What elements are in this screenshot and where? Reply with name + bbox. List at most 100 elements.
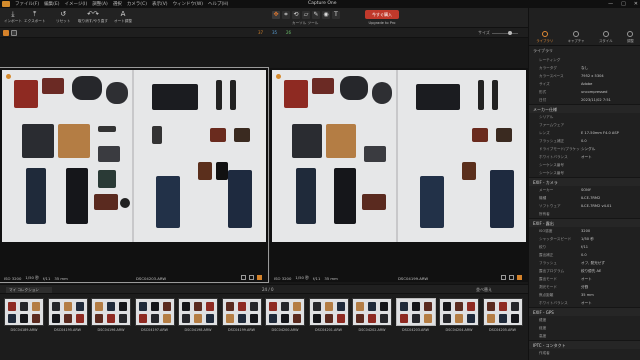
compare-toggle-icon[interactable] bbox=[11, 30, 17, 36]
metadata-value[interactable] bbox=[581, 349, 640, 357]
tab-adjust[interactable]: 調整 bbox=[627, 30, 634, 45]
metadata-value[interactable]: 分割 bbox=[581, 283, 640, 291]
metadata-value[interactable]: ILCE-7RM2 v4.01 bbox=[581, 202, 640, 210]
metadata-value[interactable] bbox=[581, 169, 640, 177]
thumbnail-image bbox=[91, 298, 131, 326]
undo-redo-button[interactable]: ↶↷ 取り消す/やり直す bbox=[78, 10, 108, 24]
layout-toggle-icon[interactable] bbox=[3, 30, 9, 36]
metadata-key: 緯度 bbox=[539, 318, 547, 322]
export-icon: ⤒ bbox=[33, 10, 37, 18]
pan-tool-icon[interactable]: ✥ bbox=[272, 11, 280, 19]
text-tool-icon[interactable]: T bbox=[332, 11, 340, 19]
filmstrip-thumbnail[interactable]: DSC04195.ARW bbox=[47, 298, 88, 338]
filmstrip-thumbnail[interactable]: DSC04196.ARW bbox=[91, 298, 131, 338]
metadata-section-header[interactable]: IPTC - コンタクト bbox=[529, 340, 640, 349]
menu-camera[interactable]: カメラ(C) bbox=[127, 1, 147, 7]
metadata-value[interactable] bbox=[581, 332, 640, 340]
metadata-value[interactable] bbox=[581, 113, 640, 121]
keystone-tool-icon[interactable]: ▱ bbox=[302, 11, 310, 19]
metadata-value[interactable]: なし bbox=[581, 64, 640, 72]
filmstrip-thumbnail[interactable]: DSC04200.ARW bbox=[265, 298, 305, 338]
filmstrip-thumbnail[interactable]: DSC04202.ARW bbox=[352, 298, 392, 338]
menu-select[interactable]: 選択 bbox=[113, 1, 122, 7]
metadata-value[interactable]: E 17-50mm F4.0 ASP bbox=[581, 129, 640, 137]
metadata-key: 露出補正 bbox=[539, 253, 554, 257]
metadata-value[interactable]: 3200 bbox=[581, 227, 640, 235]
metadata-value[interactable]: オート bbox=[581, 299, 640, 307]
metadata-row: 緯度 bbox=[529, 316, 640, 324]
picker-tool-icon[interactable]: ◉ bbox=[322, 11, 330, 19]
metadata-value[interactable]: 7952 x 5304 bbox=[581, 72, 640, 80]
metadata-value[interactable]: 絞り優先 AE bbox=[581, 267, 640, 275]
metadata-value[interactable]: Adobe bbox=[581, 80, 640, 88]
metadata-value[interactable] bbox=[581, 210, 640, 218]
maximize-button[interactable]: □ bbox=[621, 1, 626, 7]
metadata-key: 機種 bbox=[539, 196, 547, 200]
tab-style[interactable]: スタイル bbox=[599, 30, 613, 45]
metadata-section-header[interactable]: メーカー仕様 bbox=[529, 104, 640, 113]
zoom-slider-knob[interactable] bbox=[508, 31, 512, 35]
metadata-value[interactable]: シングル bbox=[581, 145, 640, 153]
metadata-section-header[interactable]: EXIF - カメラ bbox=[529, 177, 640, 186]
menu-edit[interactable]: 編集(E) bbox=[44, 1, 59, 7]
crop-tool-icon[interactable]: ⌗ bbox=[282, 11, 290, 19]
metadata-value[interactable] bbox=[581, 56, 640, 64]
auto-adjust-button[interactable]: A オート調整 bbox=[114, 10, 132, 24]
metadata-value[interactable]: オート bbox=[581, 153, 640, 161]
metadata-value[interactable] bbox=[581, 161, 640, 169]
filmstrip-thumbnail[interactable]: DSC04189.ARW bbox=[4, 298, 44, 338]
metadata-value[interactable]: 0.0 bbox=[581, 251, 640, 259]
menu-view[interactable]: 表示(V) bbox=[152, 1, 168, 7]
metadata-value[interactable]: 0.0 bbox=[581, 137, 640, 145]
import-button[interactable]: ⤓ インポート bbox=[4, 10, 22, 24]
metadata-value[interactable]: SONY bbox=[581, 186, 640, 194]
filmstrip-thumbnail[interactable]: DSC04204.ARW bbox=[439, 298, 479, 338]
color-tag-icon[interactable] bbox=[257, 275, 262, 280]
filmstrip-thumbnail[interactable]: DSC04203.ARW bbox=[395, 298, 436, 338]
rotate-tool-icon[interactable]: ⟲ bbox=[292, 11, 300, 19]
color-tag-icon[interactable] bbox=[517, 275, 522, 280]
viewer-image-right[interactable]: ISO 3200 1/50 秒 f/11 35 mm DSC04199.ARW bbox=[270, 68, 528, 282]
menu-file[interactable]: ファイル(F) bbox=[15, 1, 39, 7]
filmstrip-thumbnail[interactable]: DSC04201.ARW bbox=[308, 298, 349, 338]
filmstrip-thumbnail[interactable]: DSC04198.ARW bbox=[178, 298, 218, 338]
heal-tool-icon[interactable]: ✎ bbox=[312, 11, 320, 19]
metadata-value[interactable] bbox=[581, 316, 640, 324]
star-icon[interactable] bbox=[249, 275, 254, 280]
metadata-value[interactable]: オフ, 発光せず bbox=[581, 259, 640, 267]
menu-adjust[interactable]: 調整(A) bbox=[92, 1, 108, 7]
sort-dropdown[interactable]: 並べ替え bbox=[476, 287, 492, 293]
close-button[interactable]: ✕ bbox=[634, 1, 638, 7]
metadata-value[interactable]: オート bbox=[581, 275, 640, 283]
buy-now-button[interactable]: 今すぐ購入 bbox=[365, 10, 399, 19]
collection-dropdown[interactable]: マイ コレクション bbox=[6, 287, 52, 293]
metadata-value[interactable]: 2023/11/02 7:51 bbox=[581, 96, 640, 104]
filmstrip-thumbnail[interactable]: DSC04205.ARW bbox=[482, 298, 523, 338]
zoom-slider-track[interactable] bbox=[492, 33, 518, 34]
metadata-value[interactable]: 1/50 秒 bbox=[581, 235, 640, 243]
metadata-value[interactable]: 35 mm bbox=[581, 291, 640, 299]
export-button[interactable]: ⤒ エクスポート bbox=[24, 10, 45, 24]
metadata-value[interactable] bbox=[581, 324, 640, 332]
minimize-button[interactable]: — bbox=[608, 1, 613, 7]
metadata-value[interactable]: f/11 bbox=[581, 243, 640, 251]
zoom-label: サイズ bbox=[478, 30, 490, 35]
viewer-subbar: 37 35 26 サイズ bbox=[0, 28, 528, 38]
viewer-image-left[interactable]: ISO 3200 1/50 秒 f/11 35 mm DSC04203.ARW bbox=[0, 67, 269, 283]
menu-help[interactable]: ヘルプ(H) bbox=[208, 1, 228, 7]
reset-button[interactable]: ↺ リセット bbox=[56, 10, 70, 24]
metadata-section-header[interactable]: EXIF - GPS bbox=[529, 307, 640, 316]
tab-library[interactable]: ライブラリ bbox=[536, 30, 553, 45]
metadata-value[interactable]: ILCE-7RM2 bbox=[581, 194, 640, 202]
metadata-section-header[interactable]: EXIF - 露出 bbox=[529, 218, 640, 227]
select-box-icon[interactable] bbox=[501, 275, 506, 280]
tab-capture[interactable]: キャプチャ bbox=[568, 30, 585, 45]
filmstrip-thumbnail[interactable]: DSC04197.ARW bbox=[134, 298, 175, 338]
star-icon[interactable] bbox=[509, 275, 514, 280]
metadata-value[interactable]: uncompressed bbox=[581, 88, 640, 96]
select-box-icon[interactable] bbox=[241, 275, 246, 280]
menu-window[interactable]: ウィンドウ(W) bbox=[173, 1, 203, 7]
menu-image[interactable]: イメージ(I) bbox=[64, 1, 87, 7]
metadata-value[interactable] bbox=[581, 121, 640, 129]
filmstrip-thumbnail[interactable]: DSC04199.ARW bbox=[221, 298, 262, 338]
